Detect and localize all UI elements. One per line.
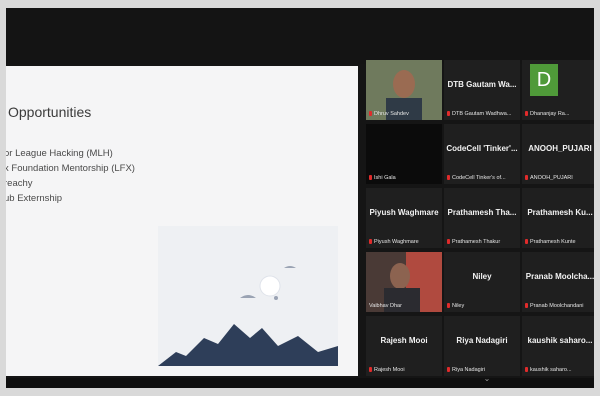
muted-mic-icon bbox=[369, 367, 372, 373]
participant-tile[interactable]: CodeCell 'Tinker'... CodeCell Tinker's o… bbox=[444, 124, 520, 184]
participant-label: CodeCell Tinker's of... bbox=[452, 175, 506, 181]
participant-name: Prathamesh Ku... bbox=[527, 208, 593, 217]
participant-tile[interactable]: Vaibhav Dhar bbox=[366, 252, 442, 312]
participant-label: Riya Nadagiri bbox=[452, 367, 486, 373]
participant-name: Rajesh Mooi bbox=[380, 336, 428, 345]
participant-tile[interactable]: DTB Gautam Wa... DTB Gautam Wadhwa... bbox=[444, 60, 520, 120]
muted-mic-icon bbox=[369, 175, 372, 181]
muted-mic-icon bbox=[447, 239, 450, 245]
participant-label: Dhananjay Ra... bbox=[530, 111, 570, 117]
muted-mic-icon bbox=[447, 303, 450, 309]
mountain-moon-illustration bbox=[158, 226, 338, 366]
participant-tile[interactable]: D Dhananjay Ra... bbox=[522, 60, 594, 120]
slide-item: reachy bbox=[6, 178, 33, 189]
participant-label: Dhruv Sahdev bbox=[374, 111, 409, 117]
participant-tile[interactable]: Dhruv Sahdev bbox=[366, 60, 442, 120]
participant-tile[interactable]: Prathamesh Ku... Prathamesh Kunte bbox=[522, 188, 594, 248]
avatar: D bbox=[530, 64, 558, 96]
participant-gallery: Dhruv Sahdev DTB Gautam Wa... DTB Gautam… bbox=[362, 60, 594, 378]
participant-tile[interactable]: Riya Nadagiri Riya Nadagiri bbox=[444, 316, 520, 376]
participant-name: Prathamesh Tha... bbox=[447, 208, 517, 217]
participant-tile[interactable]: ANOOH_PUJARI ANOOH_PUJARI bbox=[522, 124, 594, 184]
participant-name: kaushik saharo... bbox=[527, 336, 593, 345]
muted-mic-icon bbox=[369, 239, 372, 245]
participant-label: Niley bbox=[452, 303, 465, 309]
participant-tile[interactable]: Piyush Waghmare Piyush Waghmare bbox=[366, 188, 442, 248]
participant-label: ANOOH_PUJARI bbox=[530, 175, 573, 181]
participant-tile[interactable]: Rajesh Mooi Rajesh Mooi bbox=[366, 316, 442, 376]
muted-mic-icon bbox=[525, 303, 528, 309]
participant-tile[interactable]: Pranab Moolcha... Pranab Moolchandani bbox=[522, 252, 594, 312]
participant-label: Piyush Waghmare bbox=[374, 239, 419, 245]
muted-mic-icon bbox=[369, 111, 372, 117]
participant-name: Pranab Moolcha... bbox=[525, 272, 594, 281]
participant-name: ANOOH_PUJARI bbox=[528, 144, 592, 153]
muted-mic-icon bbox=[447, 175, 450, 181]
muted-mic-icon bbox=[447, 367, 450, 373]
participant-tile[interactable]: Prathamesh Tha... Prathamesh Thakur bbox=[444, 188, 520, 248]
shared-slide: Opportunities or League Hacking (MLH) x … bbox=[6, 66, 358, 376]
top-bar bbox=[6, 8, 594, 64]
participant-label: Prathamesh Thakur bbox=[452, 239, 501, 245]
slide-item: or League Hacking (MLH) bbox=[6, 148, 113, 159]
participant-name: DTB Gautam Wa... bbox=[447, 80, 517, 89]
participant-name: Piyush Waghmare bbox=[369, 208, 439, 217]
participant-name: Niley bbox=[472, 272, 492, 281]
bottom-bar bbox=[6, 378, 594, 388]
muted-mic-icon bbox=[525, 239, 528, 245]
slide-title: Opportunities bbox=[8, 104, 92, 120]
participant-label: Pranab Moolchandani bbox=[530, 303, 584, 309]
muted-mic-icon bbox=[525, 111, 528, 117]
participant-tile[interactable]: Niley Niley bbox=[444, 252, 520, 312]
meeting-window: Opportunities or League Hacking (MLH) x … bbox=[6, 8, 594, 388]
chevron-down-icon[interactable]: ⌄ bbox=[482, 374, 492, 384]
participant-name: CodeCell 'Tinker'... bbox=[446, 144, 518, 153]
slide-bullet-list: or League Hacking (MLH) x Foundation Men… bbox=[6, 146, 135, 206]
slide-item: ub Externship bbox=[6, 193, 63, 204]
participant-tile[interactable]: Ishi Gala bbox=[366, 124, 442, 184]
participant-name: Riya Nadagiri bbox=[456, 336, 508, 345]
muted-mic-icon bbox=[447, 111, 450, 117]
slide-item: x Foundation Mentorship (LFX) bbox=[6, 163, 135, 174]
participant-tile[interactable]: kaushik saharo... kaushik saharo... bbox=[522, 316, 594, 376]
muted-mic-icon bbox=[525, 367, 528, 373]
participant-label: kaushik saharo... bbox=[530, 367, 572, 373]
participant-label: Prathamesh Kunte bbox=[530, 239, 576, 245]
participant-label: Ishi Gala bbox=[374, 175, 396, 181]
participant-label: DTB Gautam Wadhwa... bbox=[452, 111, 512, 117]
participant-label: Rajesh Mooi bbox=[374, 367, 405, 373]
muted-mic-icon bbox=[525, 175, 528, 181]
participant-label: Vaibhav Dhar bbox=[369, 303, 402, 309]
